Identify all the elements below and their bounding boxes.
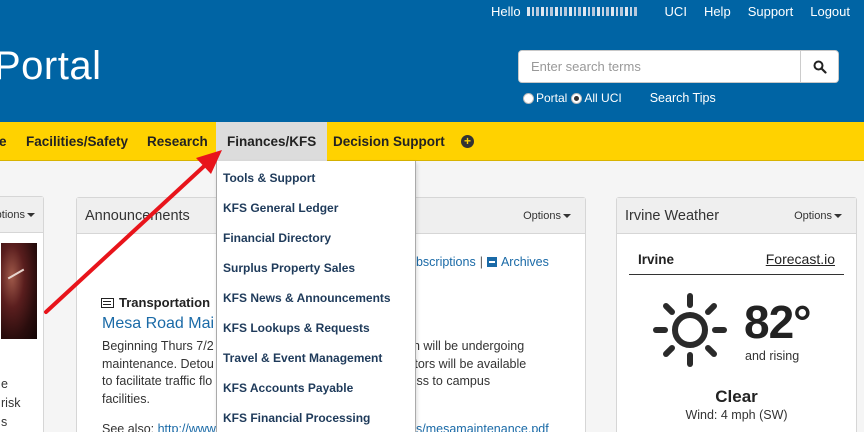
left-text-line: s: [1, 415, 8, 429]
menu-item-kfs-accounts-payable[interactable]: KFS Accounts Payable: [223, 381, 353, 395]
support-link[interactable]: Support: [748, 4, 794, 19]
finances-kfs-dropdown: Tools & Support KFS General Ledger Finan…: [216, 161, 416, 432]
nav-item-decision-support[interactable]: Decision Support: [333, 122, 445, 161]
divider: [629, 274, 844, 275]
weather-panel: Irvine Weather Options Irvine Forecast.i…: [616, 197, 857, 432]
weather-location: Irvine: [638, 252, 675, 267]
top-links: UCI Help Support Logout: [665, 4, 850, 19]
menu-item-tools-support[interactable]: Tools & Support: [223, 171, 315, 185]
main-nav: e Facilities/Safety Research Finances/KF…: [0, 122, 864, 161]
greeting: Hello: [491, 4, 637, 19]
menu-item-surplus-property-sales[interactable]: Surplus Property Sales: [223, 261, 355, 275]
body-line: hich will be undergoing: [397, 339, 525, 353]
menu-item-financial-directory[interactable]: Financial Directory: [223, 231, 331, 245]
subscriptions-link[interactable]: ubscriptions: [409, 255, 476, 269]
sun-icon: [653, 293, 727, 367]
caret-down-icon: [563, 214, 571, 219]
temperature-trend: and rising: [745, 349, 800, 363]
subscription-links: ubscriptions | Archives: [409, 255, 549, 269]
left-text-line: risk: [1, 396, 21, 410]
archives-link[interactable]: Archives: [501, 255, 549, 269]
scope-all-uci-label: All UCI: [584, 91, 622, 105]
left-panel-header: ptions: [0, 197, 43, 233]
scope-all-uci[interactable]: All UCI: [571, 91, 622, 105]
portal-logo[interactable]: Portal: [0, 44, 102, 89]
archive-icon: [486, 257, 497, 267]
menu-item-kfs-financial-processing[interactable]: KFS Financial Processing: [223, 411, 370, 425]
weather-header: Irvine Weather Options: [617, 198, 856, 234]
options-label: Options: [794, 210, 832, 222]
logout-link[interactable]: Logout: [810, 4, 850, 19]
options-label: Options: [523, 210, 561, 222]
left-text-line: e: [1, 377, 8, 391]
weather-condition: Clear: [715, 387, 758, 406]
uci-link[interactable]: UCI: [665, 4, 687, 19]
category-heading: Transportation: [101, 295, 210, 310]
left-panel: ptions e risk s: [0, 196, 44, 432]
announcement-body-right: hich will be undergoing rectors will be …: [397, 338, 526, 391]
announcements-title: Announcements: [85, 208, 190, 224]
nav-item-finances-kfs[interactable]: Finances/KFS: [216, 122, 328, 161]
see-also-label: See also:: [102, 422, 155, 432]
top-header: Hello UCI Help Support Logout Portal Por…: [0, 0, 864, 122]
body-line: ccess to campus: [397, 374, 491, 388]
temperature: 82°: [744, 296, 812, 348]
search-button[interactable]: [800, 51, 838, 82]
nav-item-partial[interactable]: e: [0, 122, 7, 161]
menu-item-kfs-lookups[interactable]: KFS Lookups & Requests: [223, 321, 370, 335]
announcement-headline[interactable]: Mesa Road Mai: [102, 315, 214, 333]
search-icon: [813, 60, 827, 74]
scope-portal-radio[interactable]: [523, 92, 534, 104]
help-link[interactable]: Help: [704, 4, 731, 19]
nav-item-research[interactable]: Research: [147, 122, 208, 161]
menu-item-kfs-news[interactable]: KFS News & Announcements: [223, 291, 391, 305]
see-also-link-end[interactable]: s/mesamaintenance.pdf: [416, 422, 549, 432]
forecast-link[interactable]: Forecast.io: [766, 251, 835, 267]
nav-item-facilities-safety[interactable]: Facilities/Safety: [26, 122, 128, 161]
hello-label: Hello: [491, 4, 521, 19]
body-line: rectors will be available: [397, 356, 527, 371]
scope-portal[interactable]: Portal: [523, 91, 567, 105]
search-tips-link[interactable]: Search Tips: [650, 91, 716, 105]
weather-options-button[interactable]: Options: [794, 210, 842, 222]
scope-all-uci-radio[interactable]: [571, 92, 583, 104]
redacted-username: [526, 7, 637, 16]
search-scope: Portal All UCI Search Tips: [523, 91, 716, 105]
weather-title: Irvine Weather: [625, 208, 720, 224]
category-label: Transportation: [119, 295, 211, 310]
see-also-link[interactable]: http://www: [158, 422, 216, 432]
caret-down-icon: [27, 213, 35, 218]
search-input[interactable]: [519, 51, 800, 82]
left-options-button[interactable]: ptions: [0, 209, 35, 221]
scope-portal-label: Portal: [536, 91, 568, 105]
newspaper-icon: [101, 297, 114, 308]
left-options-label: ptions: [0, 209, 25, 221]
add-tab-icon[interactable]: +: [461, 135, 474, 148]
menu-item-travel-event[interactable]: Travel & Event Management: [223, 351, 382, 365]
search-box: [518, 50, 839, 83]
story-image[interactable]: [1, 243, 37, 339]
announcements-options-button[interactable]: Options: [523, 210, 571, 222]
left-story-text: e risk s: [1, 375, 20, 432]
menu-item-kfs-general-ledger[interactable]: KFS General Ledger: [223, 201, 338, 215]
see-also: See also: http://www: [102, 422, 216, 432]
caret-down-icon: [834, 214, 842, 219]
separator: |: [479, 255, 483, 269]
wind-info: Wind: 4 mph (SW): [685, 408, 788, 422]
